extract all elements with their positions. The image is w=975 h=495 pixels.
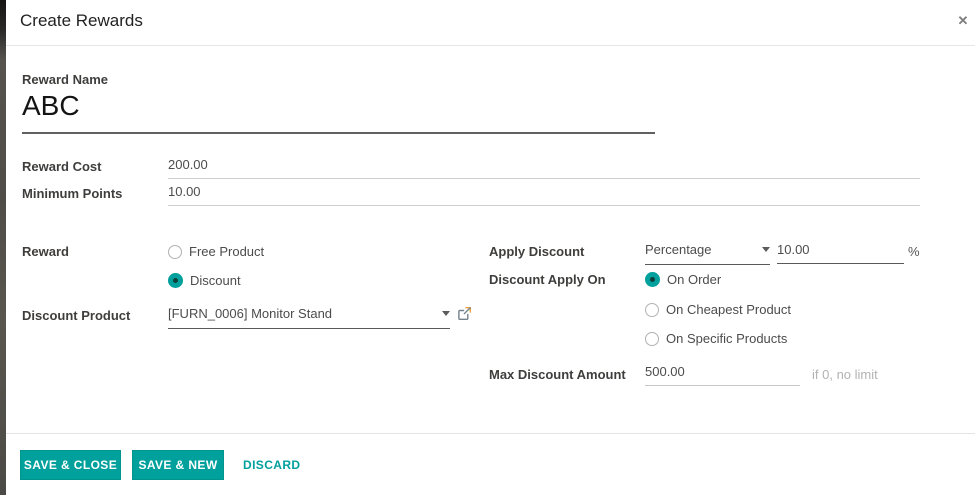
discount-type-value: Percentage [645, 242, 712, 257]
percent-sign: % [908, 244, 920, 259]
radio-free-product-label: Free Product [189, 244, 264, 259]
radio-on-cheapest-product[interactable]: On Cheapest Product [645, 302, 791, 317]
dialog-title: Create Rewards [20, 11, 143, 31]
radio-discount[interactable]: Discount [168, 273, 241, 288]
external-link-icon[interactable] [457, 306, 472, 326]
radio-selected-icon[interactable] [168, 273, 183, 288]
radio-on-order[interactable]: On Order [645, 272, 721, 287]
discount-type-select[interactable]: Percentage [645, 242, 770, 265]
footer-divider [6, 433, 975, 434]
close-icon[interactable]: ✕ [954, 12, 972, 30]
discount-product-label: Discount Product [22, 308, 130, 323]
background-overlay-bleed [0, 0, 6, 495]
radio-free-product[interactable]: Free Product [168, 244, 264, 259]
save-new-button[interactable]: SAVE & NEW [132, 450, 224, 480]
discount-percentage-input[interactable] [777, 242, 904, 264]
radio-on-order-label: On Order [667, 272, 721, 287]
minimum-points-input[interactable] [168, 184, 920, 206]
reward-cost-input[interactable] [168, 157, 920, 179]
minimum-points-label: Minimum Points [22, 186, 122, 201]
chevron-down-icon[interactable] [762, 247, 770, 252]
save-close-button[interactable]: SAVE & CLOSE [20, 450, 121, 480]
header-divider [6, 45, 975, 46]
radio-selected-icon[interactable] [645, 272, 660, 287]
reward-name-input[interactable] [22, 90, 655, 134]
chevron-down-icon[interactable] [442, 311, 450, 316]
radio-on-specific-label: On Specific Products [666, 331, 787, 346]
reward-cost-label: Reward Cost [22, 159, 101, 174]
radio-unselected-icon[interactable] [168, 245, 182, 259]
max-discount-amount-input[interactable] [645, 364, 800, 386]
reward-name-label: Reward Name [22, 72, 108, 87]
create-rewards-dialog: Create Rewards ✕ Reward Name Reward Cost… [0, 0, 975, 495]
radio-on-specific-products[interactable]: On Specific Products [645, 331, 787, 346]
discard-button[interactable]: DISCARD [243, 458, 300, 472]
radio-on-cheapest-label: On Cheapest Product [666, 302, 791, 317]
max-discount-amount-label: Max Discount Amount [489, 367, 626, 382]
apply-discount-label: Apply Discount [489, 244, 584, 259]
reward-label: Reward [22, 244, 69, 259]
discount-product-select[interactable]: [FURN_0006] Monitor Stand [168, 306, 450, 329]
discount-apply-on-label: Discount Apply On [489, 272, 606, 287]
discount-product-value: [FURN_0006] Monitor Stand [168, 306, 332, 321]
radio-discount-label: Discount [190, 273, 241, 288]
radio-unselected-icon[interactable] [645, 332, 659, 346]
radio-unselected-icon[interactable] [645, 303, 659, 317]
max-discount-hint: if 0, no limit [812, 367, 878, 382]
